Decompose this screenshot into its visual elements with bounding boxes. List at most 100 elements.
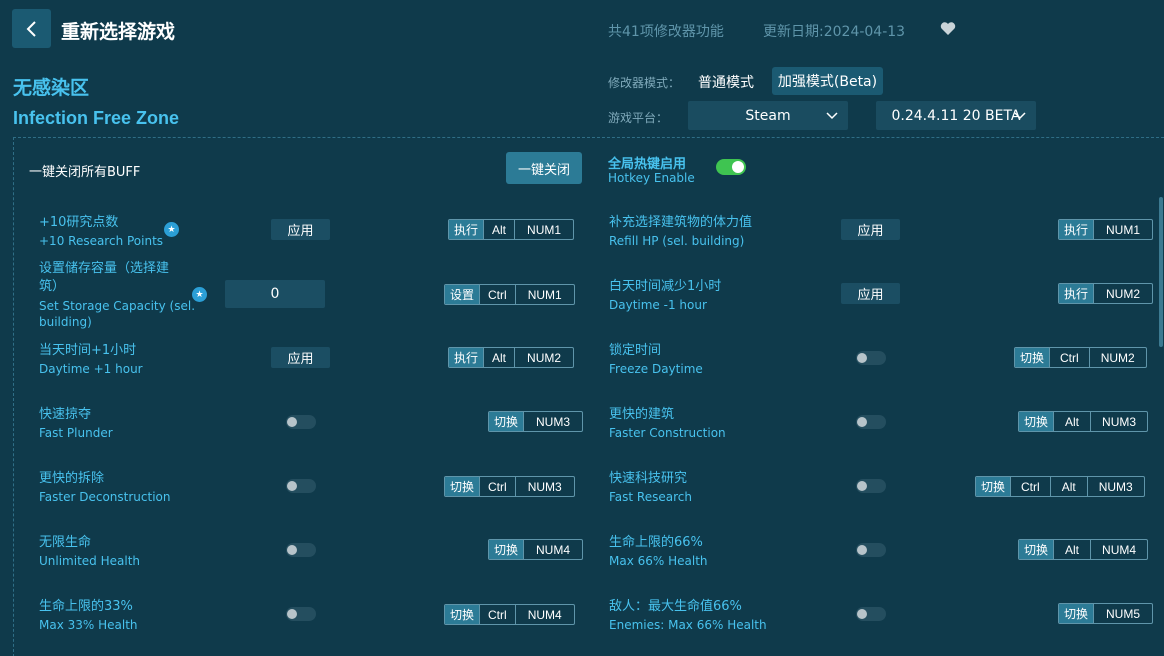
mode-beta-button[interactable]: 加强模式(Beta) <box>772 67 883 95</box>
hotkey-key: NUM2 <box>514 348 573 367</box>
toggle-knob <box>287 609 297 619</box>
hotkey-key: NUM1 <box>514 285 574 304</box>
hotkey-group[interactable]: 切换 Ctrl NUM3 <box>444 476 575 497</box>
feature-label-cn: 补充选择建筑物的体力值 <box>609 215 753 230</box>
platform-selected: Steam <box>745 107 791 124</box>
scrollbar[interactable] <box>1159 197 1163 347</box>
hotkey-key: Alt <box>1053 412 1090 431</box>
apply-button[interactable]: 应用 <box>271 347 330 368</box>
hotkey-enable-label-en: Hotkey Enable <box>608 171 695 185</box>
platform-label: 游戏平台： <box>608 111 669 125</box>
feature-label-cn: 白天时间减少1小时 <box>609 279 722 294</box>
hotkey-key: NUM3 <box>1086 477 1144 496</box>
hotkey-key: NUM4 <box>1090 540 1147 559</box>
hotkey-group[interactable]: 执行 Alt NUM2 <box>448 347 575 368</box>
feature-label-cn: 当天时间+1小时 <box>39 343 137 358</box>
feature-label-en: Enemies: Max 66% Health <box>609 618 767 632</box>
hotkey-key: Alt <box>483 348 514 367</box>
update-date: 更新日期:2024-04-13 <box>763 24 906 40</box>
feature-label-en-line2: building) <box>39 315 92 329</box>
feature-label-en: Fast Plunder <box>39 426 113 440</box>
hotkey-group[interactable]: 执行 NUM2 <box>1058 283 1154 304</box>
feature-toggle[interactable] <box>286 415 316 429</box>
hotkey-key: Alt <box>1053 540 1090 559</box>
feature-label-cn: 生命上限的33% <box>39 599 133 614</box>
feature-toggle[interactable] <box>856 543 886 557</box>
feature-label-en: Fast Research <box>609 490 692 504</box>
feature-toggle[interactable] <box>856 415 886 429</box>
feature-label-en: Max 66% Health <box>609 554 708 568</box>
feature-label-cn: 锁定时间 <box>609 343 662 358</box>
hotkey-group[interactable]: 切换 NUM3 <box>488 411 584 432</box>
hotkey-enable-toggle[interactable] <box>716 159 746 175</box>
feature-label-cn: +10研究点数 <box>39 215 119 230</box>
hotkey-action: 切换 <box>489 412 524 431</box>
feature-label-cn: 更快的拆除 <box>39 471 105 486</box>
hotkey-action: 切换 <box>1019 412 1054 431</box>
feature-toggle[interactable] <box>286 543 316 557</box>
hotkey-key: NUM4 <box>514 605 574 624</box>
apply-button[interactable]: 应用 <box>271 219 330 240</box>
hotkey-key: NUM5 <box>1093 604 1152 623</box>
back-button[interactable] <box>12 9 51 48</box>
heart-icon[interactable] <box>940 21 956 36</box>
toggle-knob <box>287 545 297 555</box>
hotkey-enable-label-cn: 全局热键启用 <box>608 157 687 172</box>
hotkey-action: 执行 <box>1059 220 1094 239</box>
hotkey-action: 切换 <box>489 540 524 559</box>
feature-toggle[interactable] <box>856 351 886 365</box>
hotkey-key: NUM2 <box>1093 284 1152 303</box>
hotkey-action: 设置 <box>445 285 480 304</box>
toggle-knob <box>857 545 867 555</box>
top-bar: 重新选择游戏 共41项修改器功能 更新日期:2024-04-13 <box>0 0 1164 60</box>
feature-label-en: Faster Construction <box>609 426 726 440</box>
chevron-down-icon <box>1014 112 1026 120</box>
feature-label-cn: 生命上限的66% <box>609 535 703 550</box>
feature-toggle[interactable] <box>856 607 886 621</box>
chevron-down-icon <box>826 112 838 120</box>
feature-label-cn: 快速掠夺 <box>39 407 92 422</box>
hotkey-action: 切换 <box>445 605 480 624</box>
hotkey-key: NUM3 <box>1090 412 1147 431</box>
hotkey-group[interactable]: 执行 Alt NUM1 <box>448 219 575 240</box>
hotkey-group[interactable]: 设置 Ctrl NUM1 <box>444 284 575 305</box>
toggle-knob <box>287 481 297 491</box>
feature-count: 共41项修改器功能 <box>608 24 724 40</box>
feature-label-en: Set Storage Capacity (sel. <box>39 299 196 313</box>
hotkey-key: NUM2 <box>1088 348 1146 367</box>
apply-button[interactable]: 应用 <box>841 283 900 304</box>
toggle-knob <box>287 417 297 427</box>
feature-label-en: +10 Research Points <box>39 234 164 248</box>
hotkey-group[interactable]: 切换 NUM5 <box>1058 603 1154 624</box>
feature-toggle[interactable] <box>286 479 316 493</box>
hotkey-group[interactable]: 切换 Ctrl NUM2 <box>1014 347 1147 368</box>
feature-toggle[interactable] <box>856 479 886 493</box>
hotkey-action: 切换 <box>1059 604 1094 623</box>
hotkey-group[interactable]: 切换 Alt NUM3 <box>1018 411 1149 432</box>
hotkey-group[interactable]: 切换 Ctrl NUM4 <box>444 604 575 625</box>
hotkey-group[interactable]: 切换 Alt NUM4 <box>1018 539 1149 560</box>
hotkey-group[interactable]: 切换 Ctrl Alt NUM3 <box>975 476 1145 497</box>
hotkey-group[interactable]: 执行 NUM1 <box>1058 219 1154 240</box>
hotkey-action: 切换 <box>445 477 480 496</box>
game-name-en: Infection Free Zone <box>13 108 180 128</box>
close-all-button[interactable]: 一键关闭 <box>506 152 582 184</box>
version-selected: 0.24.4.11 20 BETA <box>891 107 1021 124</box>
toggle-knob <box>857 353 867 363</box>
hotkey-action: 切换 <box>1015 348 1050 367</box>
feature-label-en: Faster Deconstruction <box>39 490 171 504</box>
hotkey-key: NUM3 <box>523 412 582 431</box>
mode-normal-button[interactable]: 普通模式 <box>698 72 754 92</box>
hotkey-action: 执行 <box>449 348 484 367</box>
feature-label-cn-line2: 筑） <box>39 279 66 294</box>
feature-toggle[interactable] <box>286 607 316 621</box>
hotkey-key: Ctrl <box>1010 477 1050 496</box>
feature-label-en: Daytime +1 hour <box>39 362 143 376</box>
close-all-buff-label: 一键关闭所有BUFF <box>29 165 141 180</box>
hotkey-group[interactable]: 切换 NUM4 <box>488 539 584 560</box>
storage-capacity-input[interactable]: 0 <box>225 280 325 308</box>
apply-button[interactable]: 应用 <box>841 219 900 240</box>
version-select[interactable]: 0.24.4.11 20 BETA <box>876 101 1036 130</box>
platform-select[interactable]: Steam <box>688 101 848 130</box>
hotkey-key: NUM1 <box>514 220 573 239</box>
